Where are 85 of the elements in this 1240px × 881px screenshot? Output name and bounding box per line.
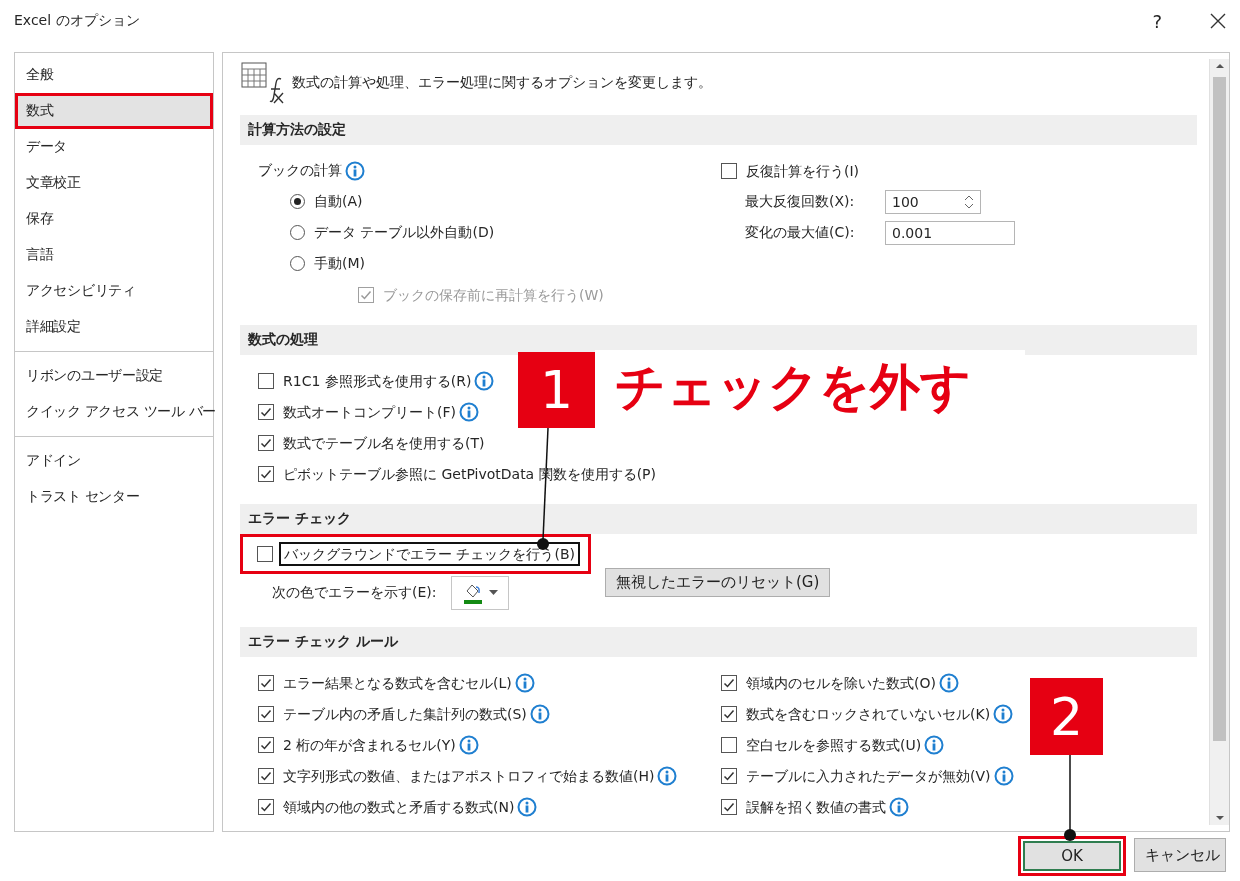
- section-header: 計算方法の設定: [240, 115, 1197, 145]
- option-label: R1C1 参照形式を使用する(R): [283, 371, 472, 391]
- checkbox[interactable]: [258, 434, 274, 451]
- option-label: 反復計算を行う(I): [746, 161, 860, 181]
- checkbox[interactable]: [721, 674, 737, 691]
- close-icon[interactable]: [1210, 13, 1226, 29]
- checkbox[interactable]: [258, 736, 274, 753]
- section-header: エラー チェック ルール: [240, 627, 1197, 657]
- checkbox[interactable]: [258, 465, 274, 482]
- sidebar-item[interactable]: 全般: [15, 57, 213, 93]
- info-icon[interactable]: [889, 796, 909, 817]
- option-label: 2 桁の年が含まれるセル(Y): [283, 735, 456, 755]
- number-field[interactable]: 100: [885, 189, 981, 214]
- checkbox[interactable]: [258, 674, 274, 691]
- help-button[interactable]: ?: [1152, 10, 1162, 32]
- checkbox[interactable]: [721, 798, 737, 815]
- option-label: データ テーブル以外自動(D): [314, 223, 495, 242]
- info-icon[interactable]: [474, 370, 495, 391]
- option-label: 数式オートコンプリート(F): [283, 402, 456, 422]
- sidebar-item[interactable]: 数式: [15, 93, 213, 129]
- step-number-badge: 1: [518, 352, 595, 428]
- color-picker-button[interactable]: [450, 576, 509, 610]
- scrollbar-thumb[interactable]: [1213, 77, 1226, 741]
- reset-errors-button[interactable]: 無視したエラーのリセット(G): [605, 568, 831, 597]
- info-icon[interactable]: [345, 160, 365, 181]
- sidebar-item[interactable]: アクセシビリティ: [15, 273, 213, 309]
- sidebar-item[interactable]: データ: [15, 129, 213, 165]
- option-label: 次の色でエラーを示す(E):: [272, 584, 437, 602]
- dialog-button[interactable]: OK: [1023, 841, 1121, 871]
- step-number-badge: 2: [1030, 678, 1103, 755]
- page-description: 数式の計算や処理、エラー処理に関するオプションを変更します。: [292, 74, 712, 92]
- option-label: エラー結果となる数式を含むセル(L): [283, 673, 512, 693]
- checkbox[interactable]: [258, 372, 274, 389]
- info-icon[interactable]: [993, 703, 1014, 724]
- info-icon[interactable]: [514, 672, 535, 693]
- text-field[interactable]: 0.001: [885, 220, 1015, 245]
- checkbox[interactable]: [258, 705, 274, 722]
- window-title: Excel のオプション: [14, 12, 141, 30]
- option-label: 空白セルを参照する数式(U): [746, 735, 922, 755]
- option-label: 手動(M): [314, 254, 365, 273]
- info-icon[interactable]: [924, 734, 945, 755]
- checkbox[interactable]: [721, 705, 737, 722]
- info-icon[interactable]: [529, 703, 550, 724]
- info-icon[interactable]: [517, 796, 538, 817]
- scrollbar[interactable]: [1209, 59, 1229, 825]
- checkbox[interactable]: [258, 403, 274, 420]
- option-label: 領域内の他の数式と矛盾する数式(N): [283, 797, 515, 817]
- info-icon[interactable]: [657, 765, 678, 786]
- field-label: 最大反復回数(X):: [745, 192, 856, 211]
- option-label: ブックの計算: [258, 161, 342, 180]
- spin-arrows-icon[interactable]: [964, 193, 974, 210]
- sidebar-item[interactable]: リボンのユーザー設定: [15, 358, 213, 394]
- option-label: 数式を含むロックされていないセル(K): [746, 704, 991, 724]
- option-label: バックグラウンドでエラー チェックを行う(B): [279, 542, 580, 566]
- sidebar-item[interactable]: アドイン: [15, 443, 213, 479]
- option-label: 領域内のセルを除いた数式(O): [746, 673, 936, 693]
- checkbox[interactable]: [257, 546, 273, 562]
- sidebar-item[interactable]: 文章校正: [15, 165, 213, 201]
- dropdown-arrow-icon: [489, 590, 498, 596]
- option-label: 文字列形式の数値、またはアポストロフィで始まる数値(H): [283, 766, 655, 786]
- option-label: 誤解を招く数値の書式: [746, 797, 886, 817]
- info-icon[interactable]: [938, 672, 959, 693]
- section-header: エラー チェック: [240, 504, 1197, 534]
- section-header: 数式の処理: [240, 325, 1197, 355]
- dialog-button[interactable]: キャンセル: [1134, 838, 1226, 872]
- info-icon[interactable]: [459, 401, 479, 422]
- field-label: 変化の最大値(C):: [745, 223, 856, 242]
- sidebar-item[interactable]: 言語: [15, 237, 213, 273]
- option-label: 自動(A): [314, 192, 363, 211]
- checkbox[interactable]: [721, 767, 737, 784]
- sidebar-item[interactable]: クイック アクセス ツール バー: [15, 394, 213, 430]
- formula-calculator-icon: [240, 61, 284, 105]
- sidebar-item[interactable]: 詳細設定: [15, 309, 213, 345]
- checkbox[interactable]: [721, 736, 737, 753]
- info-icon[interactable]: [458, 734, 479, 755]
- option-label: ブックの保存前に再計算を行う(W): [383, 285, 604, 305]
- checkbox[interactable]: [721, 162, 737, 179]
- checkbox[interactable]: [258, 767, 274, 784]
- sidebar-item[interactable]: 保存: [15, 201, 213, 237]
- option-label: 数式でテーブル名を使用する(T): [283, 433, 485, 453]
- sidebar-item[interactable]: トラスト センター: [15, 479, 213, 515]
- info-icon[interactable]: [993, 765, 1014, 786]
- option-label: テーブル内の矛盾した集計列の数式(S): [283, 704, 527, 724]
- option-label: テーブルに入力されたデータが無効(V): [746, 766, 991, 786]
- checkbox[interactable]: [258, 798, 274, 815]
